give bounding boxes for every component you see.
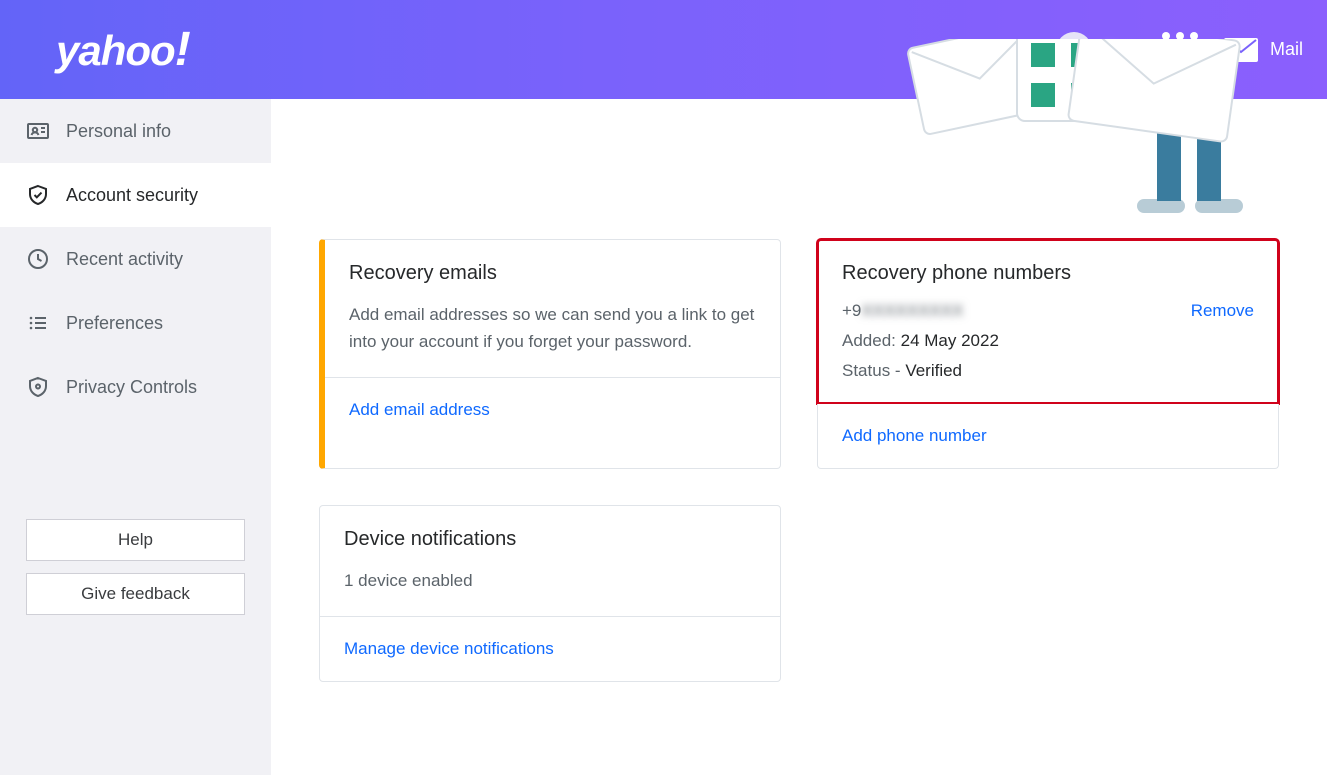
account-menu[interactable]: User	[1056, 32, 1136, 68]
mail-label: Mail	[1270, 39, 1303, 60]
logo[interactable]: yahoo!	[56, 22, 190, 77]
content: Recovery emails Add email addresses so w…	[271, 99, 1327, 775]
help-button[interactable]: Help	[26, 519, 245, 561]
card-title: Recovery emails	[349, 262, 756, 285]
username: User	[1102, 41, 1136, 59]
sidebar-item-personal-info[interactable]: Personal info	[0, 99, 271, 163]
feedback-button[interactable]: Give feedback	[26, 573, 245, 615]
sidebar-label: Personal info	[66, 121, 171, 142]
phone-added: Added: 24 May 2022	[842, 331, 1254, 351]
manage-device-link[interactable]: Manage device notifications	[344, 639, 554, 658]
device-summary: 1 device enabled	[344, 567, 756, 594]
mail-icon	[1224, 38, 1258, 62]
list-icon	[26, 311, 50, 335]
add-phone-card: Add phone number	[817, 404, 1279, 469]
add-email-link[interactable]: Add email address	[349, 400, 490, 419]
clock-icon	[26, 247, 50, 271]
mail-link[interactable]: Mail	[1224, 38, 1303, 62]
sidebar-item-recent-activity[interactable]: Recent activity	[0, 227, 271, 291]
phone-number: +9XXXXXXXXX	[842, 301, 963, 321]
apps-grid-icon[interactable]	[1162, 32, 1198, 68]
avatar-icon	[1056, 32, 1092, 68]
sidebar-label: Account security	[66, 185, 198, 206]
sidebar-item-privacy-controls[interactable]: Privacy Controls	[0, 355, 271, 419]
recovery-emails-card: Recovery emails Add email addresses so w…	[319, 239, 781, 469]
sidebar-label: Privacy Controls	[66, 377, 197, 398]
header: yahoo! User Mail	[0, 0, 1327, 99]
sidebar-item-account-security[interactable]: Account security	[0, 163, 271, 227]
card-title: Recovery phone numbers	[842, 262, 1254, 285]
recovery-phones-card: Recovery phone numbers +9XXXXXXXXX Remov…	[817, 239, 1279, 404]
card-desc: Add email addresses so we can send you a…	[349, 301, 756, 355]
phone-status: Status - Verified	[842, 361, 1254, 381]
sidebar: Personal info Account security Recent ac…	[0, 99, 271, 775]
sidebar-label: Recent activity	[66, 249, 183, 270]
sidebar-item-preferences[interactable]: Preferences	[0, 291, 271, 355]
id-card-icon	[26, 119, 50, 143]
remove-phone-link[interactable]: Remove	[1191, 301, 1254, 321]
shield-gear-icon	[26, 375, 50, 399]
card-title: Device notifications	[344, 528, 756, 551]
add-phone-link[interactable]: Add phone number	[842, 426, 987, 445]
device-notifications-card: Device notifications 1 device enabled Ma…	[319, 505, 781, 682]
sidebar-label: Preferences	[66, 313, 163, 334]
shield-icon	[26, 183, 50, 207]
